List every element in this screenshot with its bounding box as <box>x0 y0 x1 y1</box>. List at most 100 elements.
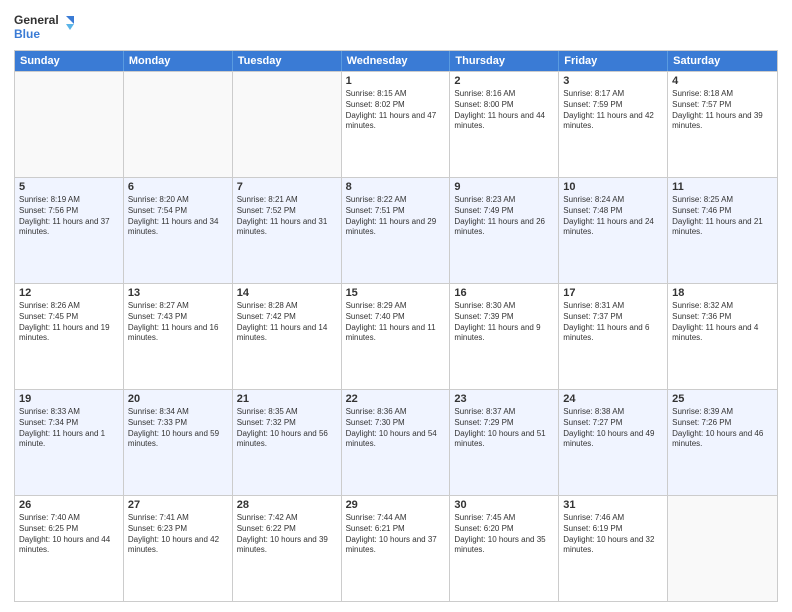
logo: General Blue <box>14 10 74 46</box>
day-number: 23 <box>454 393 554 405</box>
cal-cell-r0-c0 <box>15 72 124 177</box>
cell-info: Sunrise: 7:46 AM Sunset: 6:19 PM Dayligh… <box>563 513 663 556</box>
cell-info: Sunrise: 8:29 AM Sunset: 7:40 PM Dayligh… <box>346 301 446 344</box>
cal-cell-r2-c3: 15 Sunrise: 8:29 AM Sunset: 7:40 PM Dayli… <box>342 284 451 389</box>
cell-info: Sunrise: 8:36 AM Sunset: 7:30 PM Dayligh… <box>346 407 446 450</box>
cal-cell-r3-c1: 20 Sunrise: 8:34 AM Sunset: 7:33 PM Dayli… <box>124 390 233 495</box>
cell-info: Sunrise: 7:40 AM Sunset: 6:25 PM Dayligh… <box>19 513 119 556</box>
cell-info: Sunrise: 8:20 AM Sunset: 7:54 PM Dayligh… <box>128 195 228 238</box>
cell-info: Sunrise: 8:26 AM Sunset: 7:45 PM Dayligh… <box>19 301 119 344</box>
cal-cell-r2-c5: 17 Sunrise: 8:31 AM Sunset: 7:37 PM Dayli… <box>559 284 668 389</box>
day-number: 24 <box>563 393 663 405</box>
cal-cell-r4-c2: 28 Sunrise: 7:42 AM Sunset: 6:22 PM Dayli… <box>233 496 342 601</box>
cal-cell-r0-c4: 2Sunrise: 8:16 AM Sunset: 8:00 PM Daylig… <box>450 72 559 177</box>
cell-info: Sunrise: 8:21 AM Sunset: 7:52 PM Dayligh… <box>237 195 337 238</box>
cal-cell-r4-c5: 31Sunrise: 7:46 AM Sunset: 6:19 PM Dayli… <box>559 496 668 601</box>
day-number: 4 <box>672 75 773 87</box>
day-number: 26 <box>19 499 119 511</box>
day-number: 7 <box>237 181 337 193</box>
cal-cell-r4-c6 <box>668 496 777 601</box>
cal-row-3: 19Sunrise: 8:33 AM Sunset: 7:34 PM Dayli… <box>15 389 777 495</box>
cal-cell-r0-c3: 1 Sunrise: 8:15 AM Sunset: 8:02 PM Daylig… <box>342 72 451 177</box>
day-number: 16 <box>454 287 554 299</box>
cal-cell-r0-c5: 3Sunrise: 8:17 AM Sunset: 7:59 PM Daylig… <box>559 72 668 177</box>
header-cell-monday: Monday <box>124 51 233 71</box>
cell-info: Sunrise: 7:45 AM Sunset: 6:20 PM Dayligh… <box>454 513 554 556</box>
cal-cell-r2-c0: 12 Sunrise: 8:26 AM Sunset: 7:45 PM Dayli… <box>15 284 124 389</box>
cell-info: Sunrise: 8:15 AM Sunset: 8:02 PM Dayligh… <box>346 89 446 132</box>
calendar-body: 1 Sunrise: 8:15 AM Sunset: 8:02 PM Daylig… <box>15 71 777 601</box>
cell-info: Sunrise: 8:27 AM Sunset: 7:43 PM Dayligh… <box>128 301 228 344</box>
cell-info: Sunrise: 7:42 AM Sunset: 6:22 PM Dayligh… <box>237 513 337 556</box>
cell-info: Sunrise: 8:37 AM Sunset: 7:29 PM Dayligh… <box>454 407 554 450</box>
cal-cell-r3-c4: 23 Sunrise: 8:37 AM Sunset: 7:29 PM Dayli… <box>450 390 559 495</box>
day-number: 5 <box>19 181 119 193</box>
cal-cell-r0-c2 <box>233 72 342 177</box>
cell-info: Sunrise: 8:24 AM Sunset: 7:48 PM Dayligh… <box>563 195 663 238</box>
cal-cell-r1-c4: 9 Sunrise: 8:23 AM Sunset: 7:49 PM Daylig… <box>450 178 559 283</box>
svg-text:General: General <box>14 13 59 27</box>
cal-cell-r2-c4: 16Sunrise: 8:30 AM Sunset: 7:39 PM Dayli… <box>450 284 559 389</box>
cal-cell-r2-c1: 13 Sunrise: 8:27 AM Sunset: 7:43 PM Dayli… <box>124 284 233 389</box>
day-number: 14 <box>237 287 337 299</box>
cal-row-4: 26 Sunrise: 7:40 AM Sunset: 6:25 PM Dayli… <box>15 495 777 601</box>
calendar-header: SundayMondayTuesdayWednesdayThursdayFrid… <box>15 51 777 71</box>
cal-cell-r3-c3: 22 Sunrise: 8:36 AM Sunset: 7:30 PM Dayli… <box>342 390 451 495</box>
cell-info: Sunrise: 8:31 AM Sunset: 7:37 PM Dayligh… <box>563 301 663 344</box>
day-number: 1 <box>346 75 446 87</box>
cal-cell-r4-c1: 27Sunrise: 7:41 AM Sunset: 6:23 PM Dayli… <box>124 496 233 601</box>
header-cell-sunday: Sunday <box>15 51 124 71</box>
cal-cell-r1-c5: 10 Sunrise: 8:24 AM Sunset: 7:48 PM Dayli… <box>559 178 668 283</box>
cal-cell-r1-c0: 5 Sunrise: 8:19 AM Sunset: 7:56 PM Daylig… <box>15 178 124 283</box>
cal-cell-r1-c1: 6 Sunrise: 8:20 AM Sunset: 7:54 PM Daylig… <box>124 178 233 283</box>
day-number: 15 <box>346 287 446 299</box>
day-number: 25 <box>672 393 773 405</box>
logo-svg: General Blue <box>14 10 74 46</box>
cal-cell-r3-c6: 25Sunrise: 8:39 AM Sunset: 7:26 PM Dayli… <box>668 390 777 495</box>
day-number: 3 <box>563 75 663 87</box>
cal-cell-r2-c6: 18 Sunrise: 8:32 AM Sunset: 7:36 PM Dayli… <box>668 284 777 389</box>
cell-info: Sunrise: 8:16 AM Sunset: 8:00 PM Dayligh… <box>454 89 554 132</box>
day-number: 29 <box>346 499 446 511</box>
day-number: 10 <box>563 181 663 193</box>
day-number: 17 <box>563 287 663 299</box>
cal-cell-r4-c3: 29 Sunrise: 7:44 AM Sunset: 6:21 PM Dayli… <box>342 496 451 601</box>
cal-cell-r3-c5: 24Sunrise: 8:38 AM Sunset: 7:27 PM Dayli… <box>559 390 668 495</box>
day-number: 18 <box>672 287 773 299</box>
day-number: 30 <box>454 499 554 511</box>
day-number: 8 <box>346 181 446 193</box>
cal-cell-r2-c2: 14Sunrise: 8:28 AM Sunset: 7:42 PM Dayli… <box>233 284 342 389</box>
cal-row-2: 12 Sunrise: 8:26 AM Sunset: 7:45 PM Dayli… <box>15 283 777 389</box>
day-number: 19 <box>19 393 119 405</box>
day-number: 27 <box>128 499 228 511</box>
cell-info: Sunrise: 7:44 AM Sunset: 6:21 PM Dayligh… <box>346 513 446 556</box>
svg-text:Blue: Blue <box>14 27 40 41</box>
cell-info: Sunrise: 8:32 AM Sunset: 7:36 PM Dayligh… <box>672 301 773 344</box>
cal-cell-r0-c6: 4 Sunrise: 8:18 AM Sunset: 7:57 PM Daylig… <box>668 72 777 177</box>
cal-cell-r1-c3: 8 Sunrise: 8:22 AM Sunset: 7:51 PM Daylig… <box>342 178 451 283</box>
cell-info: Sunrise: 8:25 AM Sunset: 7:46 PM Dayligh… <box>672 195 773 238</box>
cell-info: Sunrise: 8:35 AM Sunset: 7:32 PM Dayligh… <box>237 407 337 450</box>
cell-info: Sunrise: 8:22 AM Sunset: 7:51 PM Dayligh… <box>346 195 446 238</box>
cal-row-0: 1 Sunrise: 8:15 AM Sunset: 8:02 PM Daylig… <box>15 71 777 177</box>
cell-info: Sunrise: 8:23 AM Sunset: 7:49 PM Dayligh… <box>454 195 554 238</box>
cal-cell-r4-c0: 26 Sunrise: 7:40 AM Sunset: 6:25 PM Dayli… <box>15 496 124 601</box>
header: General Blue <box>14 10 778 46</box>
day-number: 6 <box>128 181 228 193</box>
day-number: 28 <box>237 499 337 511</box>
cell-info: Sunrise: 8:19 AM Sunset: 7:56 PM Dayligh… <box>19 195 119 238</box>
cal-row-1: 5 Sunrise: 8:19 AM Sunset: 7:56 PM Daylig… <box>15 177 777 283</box>
header-cell-friday: Friday <box>559 51 668 71</box>
calendar: SundayMondayTuesdayWednesdayThursdayFrid… <box>14 50 778 602</box>
day-number: 13 <box>128 287 228 299</box>
cal-cell-r3-c0: 19Sunrise: 8:33 AM Sunset: 7:34 PM Dayli… <box>15 390 124 495</box>
header-cell-tuesday: Tuesday <box>233 51 342 71</box>
day-number: 9 <box>454 181 554 193</box>
cell-info: Sunrise: 8:18 AM Sunset: 7:57 PM Dayligh… <box>672 89 773 132</box>
page: General Blue SundayMondayTuesdayWednesda… <box>0 0 792 612</box>
cal-cell-r1-c6: 11Sunrise: 8:25 AM Sunset: 7:46 PM Dayli… <box>668 178 777 283</box>
day-number: 22 <box>346 393 446 405</box>
day-number: 12 <box>19 287 119 299</box>
day-number: 20 <box>128 393 228 405</box>
cell-info: Sunrise: 8:34 AM Sunset: 7:33 PM Dayligh… <box>128 407 228 450</box>
